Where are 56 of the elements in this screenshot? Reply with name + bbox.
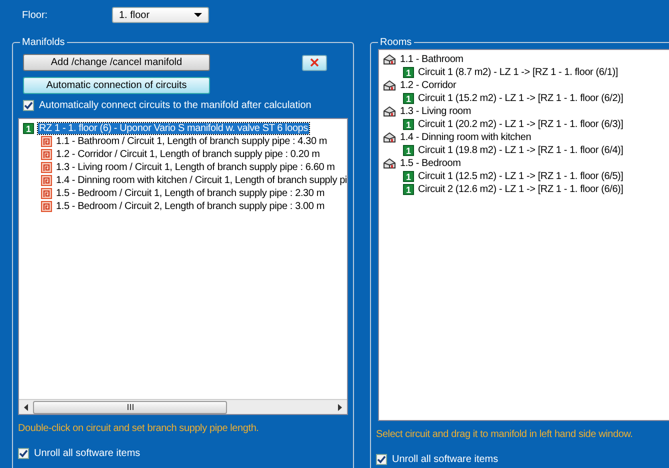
circuit-item[interactable]: Circuit 2 (12.6 m2) - LZ 1 -> [RZ 1 - 1. floor (6/6)] bbox=[418, 184, 624, 195]
circuit-item[interactable]: 1.5 - Bedroom / Circuit 2, Length of branch supply pipe : 3.00 m bbox=[56, 201, 324, 212]
circuit-item[interactable]: Circuit 1 (8.7 m2) - LZ 1 -> [RZ 1 - 1. floor (6/1)] bbox=[418, 67, 618, 78]
circuit-badge: 1 bbox=[402, 119, 414, 130]
house-icon bbox=[382, 158, 396, 169]
room-item[interactable]: 1.2 - Corridor bbox=[400, 80, 456, 91]
floor-label: Floor: bbox=[22, 10, 49, 20]
checkbox-label: Unroll all software items bbox=[392, 454, 498, 465]
circuit-item[interactable]: Circuit 1 (12.5 m2) - LZ 1 -> [RZ 1 - 1. floor (6/5)] bbox=[418, 171, 624, 182]
loop-icon bbox=[41, 201, 52, 212]
circuit-item[interactable]: 1.5 - Bedroom / Circuit 1, Length of branch supply pipe : 2.30 m bbox=[56, 188, 324, 199]
house-icon bbox=[382, 106, 396, 117]
circuit-item[interactable]: 1.1 - Bathroom / Circuit 1, Length of branch supply pipe : 4.30 m bbox=[56, 136, 328, 147]
grip-icon bbox=[126, 404, 134, 410]
circuit-item[interactable]: Circuit 1 (19.8 m2) - LZ 1 -> [RZ 1 - 1. floor (6/4)] bbox=[418, 145, 624, 156]
checkbox[interactable] bbox=[376, 454, 387, 465]
circuit-item[interactable]: 1.3 - Living room / Circuit 1, Length of branch supply pipe : 6.60 m bbox=[56, 162, 335, 173]
checkbox-label: Unroll all software items bbox=[34, 448, 140, 459]
circuit-item[interactable]: Circuit 1 (20.2 m2) - LZ 1 -> [RZ 1 - 1. floor (6/3)] bbox=[418, 119, 624, 130]
horizontal-scrollbar[interactable] bbox=[19, 399, 347, 414]
hint-text: Select circuit and drag it to manifold in left hand side window. bbox=[376, 429, 634, 440]
circuit-item[interactable]: Circuit 1 (15.2 m2) - LZ 1 -> [RZ 1 - 1. floor (6/2)] bbox=[418, 93, 624, 104]
circuit-badge: 1 bbox=[402, 67, 414, 78]
loop-icon bbox=[41, 162, 52, 173]
checkbox[interactable] bbox=[23, 100, 34, 111]
right-arrow-icon[interactable] bbox=[338, 404, 342, 410]
close-icon bbox=[310, 58, 319, 67]
circuit-badge: 1 bbox=[402, 171, 414, 182]
panel-title: Rooms bbox=[378, 37, 413, 48]
loop-icon bbox=[41, 136, 52, 147]
circuit-item[interactable]: 1.2 - Corridor / Circuit 1, Length of branch supply pipe : 0.20 m bbox=[56, 149, 320, 160]
checkbox-label: Automatically connect circuits to the manifold after calculation bbox=[39, 100, 312, 111]
house-icon bbox=[382, 80, 396, 91]
delete-button[interactable] bbox=[302, 54, 327, 70]
manifold-item[interactable]: RZ 1 - 1. floor (6) - Uponor Vario S manifold w. valve ST 6 loops bbox=[38, 123, 309, 134]
circuit-item[interactable]: 1.4 - Dinning room with kitchen / Circuit 1, Length of branch supply pi bbox=[56, 175, 347, 186]
manifold-button[interactable]: Add /change /cancel manifold bbox=[23, 54, 210, 71]
hint-text: Double-click on circuit and set branch supply pipe length. bbox=[18, 423, 260, 434]
circuit-badge: 1 bbox=[402, 184, 414, 195]
room-item[interactable]: 1.5 - Bedroom bbox=[400, 158, 461, 169]
circuit-badge: 1 bbox=[402, 93, 414, 104]
left-arrow-icon[interactable] bbox=[24, 404, 28, 410]
loop-icon bbox=[41, 149, 52, 160]
checkbox[interactable] bbox=[18, 448, 29, 459]
house-icon bbox=[382, 54, 396, 65]
loop-icon bbox=[41, 188, 52, 199]
loop-icon bbox=[41, 175, 52, 186]
floor-dropdown[interactable]: 1. floor bbox=[112, 7, 209, 23]
room-item[interactable]: 1.1 - Bathroom bbox=[400, 54, 464, 65]
circuit-badge: 1 bbox=[402, 145, 414, 156]
panel-title: Manifolds bbox=[21, 37, 66, 48]
room-item[interactable]: 1.4 - Dinning room with kitchen bbox=[400, 132, 532, 143]
house-icon bbox=[382, 132, 396, 143]
circuit-badge: 1 bbox=[23, 123, 34, 134]
auto-connect-button[interactable]: Automatic connection of circuits bbox=[23, 77, 210, 94]
room-item[interactable]: 1.3 - Living room bbox=[400, 106, 472, 117]
